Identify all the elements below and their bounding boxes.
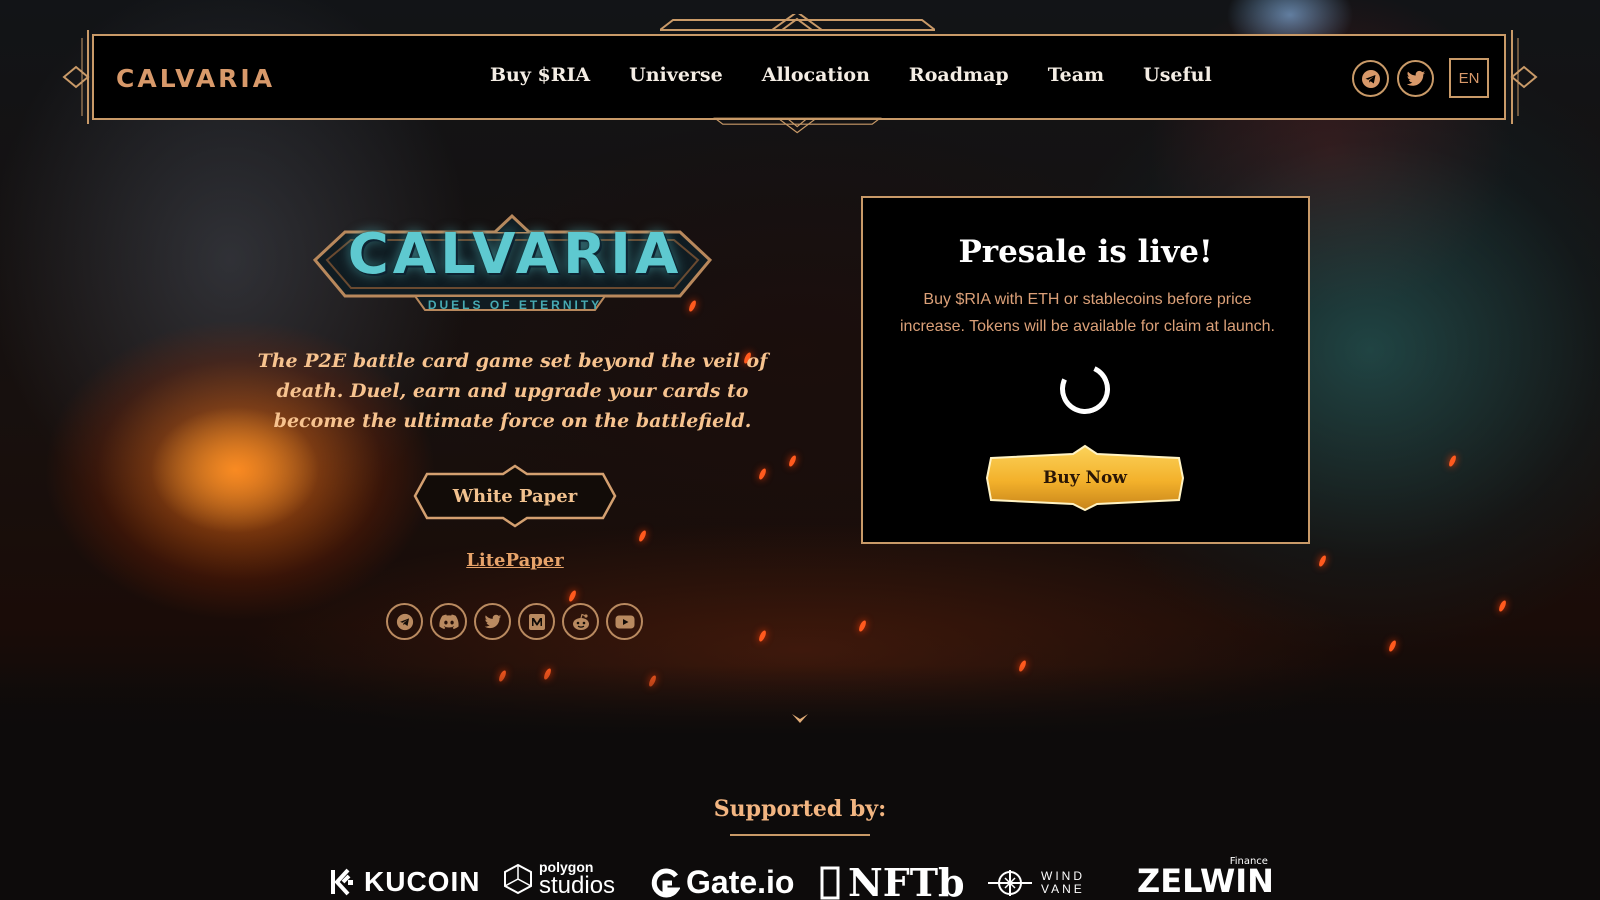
ember-particle: [1447, 454, 1458, 468]
wind-vane-logo-icon: [988, 870, 1032, 896]
ember-particle: [1387, 639, 1398, 653]
supported-heading: Supported by:: [713, 796, 887, 822]
twitter-icon: [1406, 70, 1425, 86]
ember-particle: [1017, 659, 1028, 673]
partner-nftb[interactable]: NFTb: [820, 860, 965, 900]
ember-particle: [787, 454, 798, 468]
litepaper-link[interactable]: LitePaper: [440, 550, 590, 571]
social-medium-button[interactable]: [518, 603, 555, 640]
game-subtitle: DUELS OF ETERNITY: [427, 298, 603, 312]
social-discord-button[interactable]: [430, 603, 467, 640]
menu-item-useful[interactable]: Useful: [1143, 64, 1212, 86]
partner-gate-io[interactable]: Gate.io: [650, 864, 794, 900]
ember-particle: [542, 667, 553, 681]
nftb-wordmark: NFTb: [848, 860, 965, 900]
ember-particle: [857, 619, 868, 633]
partner-kucoin[interactable]: KUCOIN: [328, 866, 480, 898]
social-twitter-button[interactable]: [474, 603, 511, 640]
presale-description: Buy $RIA with ETH or stablecoins before …: [899, 291, 1275, 335]
gate-logo-icon: [651, 868, 680, 897]
supported-underline: [730, 834, 870, 836]
telegram-icon: [396, 613, 413, 630]
twitter-icon: [484, 614, 501, 628]
menu-item-buy-ria[interactable]: Buy $RIA: [490, 64, 590, 86]
ember-particle: [757, 467, 768, 481]
social-telegram-button[interactable]: [386, 603, 423, 640]
zelwin-wordmark: ZELWIN: [1137, 862, 1274, 900]
menu-item-universe[interactable]: Universe: [629, 64, 723, 86]
discord-icon: [438, 614, 459, 629]
ember-particle: [637, 529, 648, 543]
zelwin-finance-label: Finance: [1229, 856, 1268, 867]
nav-left-ornament: [62, 30, 90, 124]
nav-bottom-ornament: [713, 117, 882, 134]
buy-now-button[interactable]: Buy Now: [985, 444, 1185, 512]
menu-item-team[interactable]: Team: [1048, 64, 1104, 86]
main-menu: Buy $RIA Universe Allocation Roadmap Tea…: [490, 64, 1212, 86]
nftb-logo-icon: [820, 866, 840, 899]
language-selector[interactable]: EN: [1449, 58, 1489, 98]
vane-wordmark: VANE: [1041, 882, 1085, 896]
hero-tagline: The P2E battle card game set beyond the …: [257, 350, 768, 432]
social-reddit-button[interactable]: [562, 603, 599, 640]
menu-item-allocation[interactable]: Allocation: [762, 64, 870, 86]
white-paper-button[interactable]: White Paper: [413, 464, 617, 528]
telegram-icon: [1361, 69, 1380, 88]
presale-title: Presale is live!: [958, 234, 1213, 270]
white-paper-label: White Paper: [452, 485, 578, 507]
medium-icon: [528, 613, 545, 630]
ember-particle: [1497, 599, 1508, 613]
partner-zelwin[interactable]: ZELWIN Finance: [1137, 856, 1274, 900]
youtube-icon: [615, 615, 634, 628]
ember-particle: [567, 589, 578, 603]
kucoin-logo-icon: [331, 868, 353, 896]
chevron-down-icon[interactable]: [790, 712, 810, 726]
social-youtube-button[interactable]: [606, 603, 643, 640]
kucoin-wordmark: KUCOIN: [364, 866, 481, 897]
nav-right-ornament: [1510, 30, 1538, 124]
game-title: CALVARIA: [347, 222, 683, 287]
social-links: [386, 603, 643, 640]
ember-particle: [647, 674, 658, 688]
studios-wordmark: studios: [539, 872, 616, 899]
ember-particle: [1317, 554, 1328, 568]
gate-wordmark: Gate.io: [686, 864, 795, 900]
ember-particle: [757, 629, 768, 643]
partner-polygon-studios[interactable]: polygon studios: [503, 860, 615, 898]
partner-wind-vane[interactable]: WIND VANE: [985, 868, 1085, 898]
loading-spinner: [1052, 356, 1118, 422]
reddit-icon: [572, 613, 589, 630]
polygon-logo-icon: [504, 863, 532, 895]
buy-now-label: Buy Now: [1042, 468, 1128, 488]
site-logo[interactable]: CALVARIA: [116, 64, 275, 93]
ember-particle: [497, 669, 508, 683]
presale-card: Presale is live! Buy $RIA with ETH or st…: [861, 196, 1310, 544]
nav-telegram-button[interactable]: [1352, 60, 1389, 97]
nav-twitter-button[interactable]: [1397, 60, 1434, 97]
nav-top-ornament: [660, 14, 935, 31]
partner-logos: KUCOIN polygon studios Gate.io NFTb WIND: [0, 856, 1600, 900]
menu-item-roadmap[interactable]: Roadmap: [909, 64, 1009, 86]
